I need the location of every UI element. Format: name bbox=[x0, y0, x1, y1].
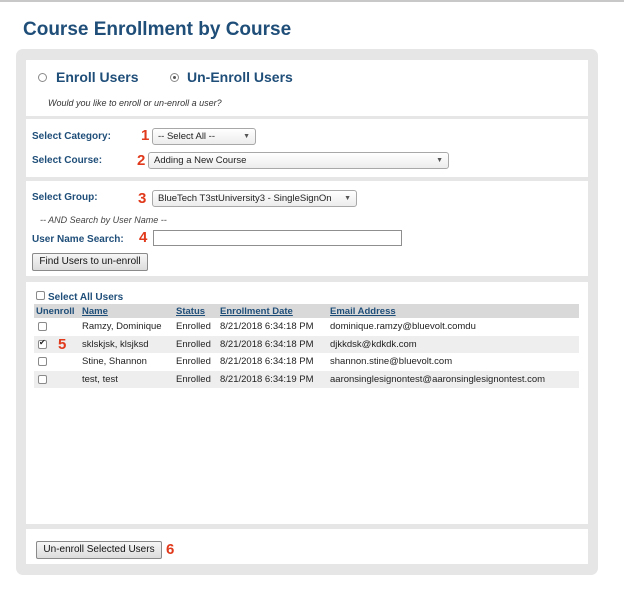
row-name: sklskjsk, klsjksd bbox=[80, 335, 174, 353]
row-enrollment-date: 8/21/2018 6:34:18 PM bbox=[218, 335, 328, 353]
category-select-value: -- Select All -- bbox=[158, 131, 216, 142]
col-email-header[interactable]: Email Address bbox=[328, 304, 579, 318]
mode-hint: Would you like to enroll or un-enroll a … bbox=[48, 98, 222, 108]
table-row: 5 sklskjsk, klsjksd Enrolled 8/21/2018 6… bbox=[34, 335, 579, 353]
row-checkbox-cell: 5 bbox=[34, 335, 80, 353]
step-5-marker: 5 bbox=[58, 335, 67, 353]
chevron-down-icon: ▼ bbox=[436, 157, 443, 164]
find-users-button[interactable]: Find Users to un-enroll bbox=[32, 253, 148, 271]
step-3-marker: 3 bbox=[138, 190, 147, 207]
row-enrollment-date: 8/21/2018 6:34:18 PM bbox=[220, 356, 314, 368]
row-email: djkkdsk@kdkdk.com bbox=[328, 335, 579, 353]
chevron-down-icon: ▼ bbox=[344, 195, 351, 202]
course-select[interactable]: Adding a New Course ▼ bbox=[148, 152, 449, 169]
users-table: Unenroll Name Status Enrollment Date Ema… bbox=[34, 304, 579, 388]
step-4-marker: 4 bbox=[139, 229, 148, 246]
table-row: Stine, Shannon Enrolled 8/21/2018 6:34:1… bbox=[34, 353, 579, 371]
row-unenroll-checkbox[interactable] bbox=[38, 357, 47, 367]
row-unenroll-checkbox[interactable] bbox=[38, 322, 47, 332]
select-all-checkbox[interactable] bbox=[36, 291, 45, 300]
step-2-marker: 2 bbox=[137, 152, 146, 169]
page-title: Course Enrollment by Course bbox=[23, 19, 292, 40]
row-unenroll-checkbox[interactable] bbox=[38, 338, 47, 349]
row-email: shannon.stine@bluevolt.com bbox=[330, 356, 453, 368]
username-search-input[interactable] bbox=[153, 230, 402, 246]
group-select-value: BlueTech T3stUniversity3 - SingleSignOn bbox=[158, 193, 332, 204]
row-email: dominique.ramzy@bluevolt.comdu bbox=[330, 321, 476, 333]
row-enrollment-date: 8/21/2018 6:34:19 PM bbox=[218, 370, 328, 388]
chevron-down-icon: ▼ bbox=[243, 133, 250, 140]
row-unenroll-checkbox[interactable] bbox=[38, 374, 47, 384]
step-6-marker: 6 bbox=[166, 541, 175, 558]
unenroll-selected-button[interactable]: Un-enroll Selected Users bbox=[36, 541, 162, 559]
course-label: Select Course: bbox=[32, 155, 103, 166]
username-label: User Name Search: bbox=[32, 234, 124, 245]
table-header-row: Unenroll Name Status Enrollment Date Ema… bbox=[34, 304, 579, 318]
col-name-header[interactable]: Name bbox=[80, 304, 174, 318]
group-select[interactable]: BlueTech T3stUniversity3 - SingleSignOn … bbox=[152, 190, 357, 207]
row-status: Enrolled bbox=[176, 356, 211, 368]
row-status: Enrolled bbox=[174, 370, 218, 388]
row-checkbox-cell bbox=[34, 318, 80, 336]
select-all-label[interactable]: Select All Users bbox=[48, 292, 123, 303]
step-1-marker: 1 bbox=[141, 127, 150, 144]
unenroll-label[interactable]: Un-Enroll Users bbox=[187, 69, 293, 85]
col-unenroll-header: Unenroll bbox=[34, 304, 80, 318]
group-label: Select Group: bbox=[32, 192, 98, 203]
row-name: Ramzy, Dominique bbox=[82, 321, 162, 333]
row-enrollment-date: 8/21/2018 6:34:18 PM bbox=[220, 321, 314, 333]
and-search-hint: -- AND Search by User Name -- bbox=[40, 215, 167, 225]
course-select-value: Adding a New Course bbox=[154, 155, 247, 166]
row-status: Enrolled bbox=[176, 321, 211, 333]
table-row: test, test Enrolled 8/21/2018 6:34:19 PM… bbox=[34, 370, 579, 388]
row-checkbox-cell bbox=[34, 353, 80, 371]
unenroll-radio[interactable] bbox=[170, 73, 179, 82]
enroll-label[interactable]: Enroll Users bbox=[56, 69, 138, 85]
table-row: Ramzy, Dominique Enrolled 8/21/2018 6:34… bbox=[34, 318, 579, 336]
col-status-header[interactable]: Status bbox=[174, 304, 218, 318]
row-name: test, test bbox=[80, 370, 174, 388]
enroll-radio[interactable] bbox=[38, 73, 47, 82]
row-name: Stine, Shannon bbox=[82, 356, 147, 368]
col-enrollment-date-header[interactable]: Enrollment Date bbox=[218, 304, 328, 318]
row-status: Enrolled bbox=[174, 335, 218, 353]
top-border bbox=[0, 0, 624, 2]
row-email: aaronsinglesignontest@aaronsinglesignont… bbox=[328, 370, 579, 388]
category-label: Select Category: bbox=[32, 131, 111, 142]
category-select[interactable]: -- Select All -- ▼ bbox=[152, 128, 256, 145]
row-checkbox-cell bbox=[34, 370, 80, 388]
